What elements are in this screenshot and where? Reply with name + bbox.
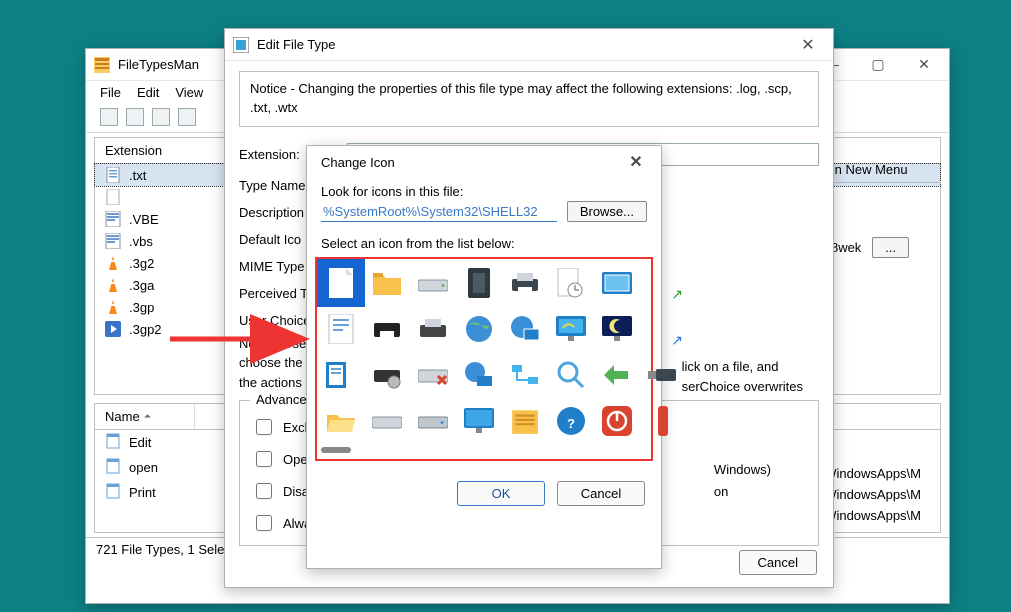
icon-drive-x[interactable] xyxy=(413,355,453,395)
vlc-icon xyxy=(105,277,121,293)
icon-drive-2[interactable] xyxy=(367,401,407,441)
ci-titlebar[interactable]: Change Icon ✕ xyxy=(307,146,661,178)
notepad-icon xyxy=(105,483,121,502)
icon-red-stub[interactable] xyxy=(643,401,683,441)
icon-power[interactable] xyxy=(597,401,637,441)
icon-doc-blank[interactable] xyxy=(321,263,361,303)
browse-button[interactable]: Browse... xyxy=(567,201,647,222)
ftman-close-button[interactable]: ✕ xyxy=(907,56,941,73)
ci-close-button[interactable]: ✕ xyxy=(619,152,653,172)
icon-monitor[interactable] xyxy=(459,401,499,441)
icon-drive[interactable] xyxy=(413,263,453,303)
rightcol-header[interactable]: In New Menu xyxy=(821,157,941,183)
icon-overlay-arrow[interactable]: ↗ xyxy=(643,309,683,349)
file-icon xyxy=(105,167,121,183)
icon-grid-scrollbar[interactable] xyxy=(321,447,351,453)
eft-notice: Notice - Changing the properties of this… xyxy=(239,71,819,127)
icon-network[interactable] xyxy=(505,355,545,395)
always-checkbox[interactable] xyxy=(256,515,272,531)
arrow-annotation xyxy=(170,322,320,359)
tool-copy-icon[interactable] xyxy=(152,108,170,126)
vlc-icon xyxy=(105,299,121,315)
icon-printer-black[interactable] xyxy=(367,309,407,349)
eft-titlebar[interactable]: Edit File Type ✕ xyxy=(225,29,833,61)
icon-screensaver[interactable] xyxy=(551,309,591,349)
ftman-maximize-button[interactable]: ▢ xyxy=(861,56,895,73)
svg-text:?: ? xyxy=(567,416,575,431)
ftman-appicon xyxy=(94,57,110,73)
sort-indicator-icon: ⏶ xyxy=(144,411,151,422)
vlc-icon xyxy=(105,255,121,271)
video-icon xyxy=(105,321,121,337)
select-label: Select an icon from the list below: xyxy=(307,230,661,253)
icon-printer-disc[interactable] xyxy=(367,355,407,395)
icon-files[interactable] xyxy=(505,401,545,441)
icon-screen-frame[interactable] xyxy=(597,263,637,303)
ci-ok-button[interactable]: OK xyxy=(457,481,545,506)
icon-path-input[interactable] xyxy=(321,201,557,222)
icon-chip[interactable] xyxy=(459,263,499,303)
menu-edit[interactable]: Edit xyxy=(137,85,159,100)
menu-view[interactable]: View xyxy=(175,85,203,100)
icon-folder[interactable] xyxy=(367,263,407,303)
ci-title: Change Icon xyxy=(315,155,619,170)
icon-grid-outline: ↗ ↗ ? xyxy=(315,257,653,461)
eft-sidetext2: Windows) on xyxy=(714,459,771,503)
notepad-icon xyxy=(105,458,121,477)
icon-doc-clock[interactable] xyxy=(551,263,591,303)
icon-printer-2[interactable] xyxy=(413,309,453,349)
icon-printer[interactable] xyxy=(505,263,545,303)
eft-cancel-button[interactable]: Cancel xyxy=(739,550,817,575)
icon-doc-text[interactable] xyxy=(321,309,361,349)
eft-sidetext: lick on a file, and serChoice overwrites xyxy=(682,357,803,396)
eft-title: Edit File Type xyxy=(257,37,791,52)
ci-cancel-button[interactable]: Cancel xyxy=(557,481,645,506)
look-label: Look for icons in this file: xyxy=(307,178,661,201)
icon-globe-mon[interactable] xyxy=(459,355,499,395)
icon-screen-doc[interactable] xyxy=(321,355,361,395)
script-icon xyxy=(105,211,121,227)
tool-refresh-icon[interactable] xyxy=(126,108,144,126)
tool-props-icon[interactable] xyxy=(178,108,196,126)
disable-checkbox[interactable] xyxy=(256,483,272,499)
icon-help[interactable]: ? xyxy=(551,401,591,441)
icon-moon-screen[interactable] xyxy=(597,309,637,349)
eft-appicon xyxy=(233,37,249,53)
eft-close-button[interactable]: ✕ xyxy=(791,35,825,55)
icon-folder-open[interactable] xyxy=(321,401,361,441)
browse-more-button[interactable]: ... xyxy=(872,237,909,258)
icon-back-arrow[interactable] xyxy=(597,355,637,395)
open-checkbox[interactable] xyxy=(256,451,272,467)
exclude-checkbox[interactable] xyxy=(256,419,272,435)
icon-overlay-share[interactable]: ↗ xyxy=(643,263,683,303)
script-icon xyxy=(105,233,121,249)
menu-file[interactable]: File xyxy=(100,85,121,100)
icon-grid[interactable]: ↗ ↗ ? xyxy=(321,263,647,441)
icon-usb[interactable] xyxy=(643,355,683,395)
file-icon xyxy=(105,189,121,205)
notepad-icon xyxy=(105,433,121,452)
change-icon-dialog: Change Icon ✕ Look for icons in this fil… xyxy=(306,145,662,569)
icon-drive-3[interactable] xyxy=(413,401,453,441)
icon-globe[interactable] xyxy=(459,309,499,349)
icon-globe-screen[interactable] xyxy=(505,309,545,349)
icon-search[interactable] xyxy=(551,355,591,395)
tool-save-icon[interactable] xyxy=(100,108,118,126)
